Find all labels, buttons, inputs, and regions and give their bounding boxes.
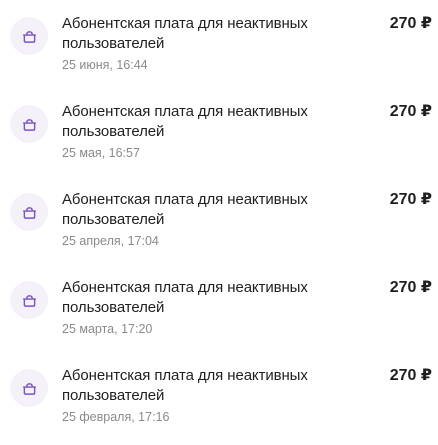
transaction-date: 25 мая, 16:57: [62, 146, 140, 160]
wallet-icon: [10, 17, 48, 55]
transaction-date: 25 февраля, 17:16: [62, 410, 170, 424]
transaction-list: Абонентская плата для неактивных пользов…: [0, 0, 438, 445]
transaction-amount: 270 ₽: [389, 279, 432, 296]
transaction-title: Абонентская плата для неактивных пользов…: [62, 367, 308, 404]
transaction-title: Абонентская плата для неактивных пользов…: [62, 15, 308, 52]
wallet-icon: [10, 193, 48, 231]
transaction-title: Абонентская плата для неактивных пользов…: [62, 103, 308, 140]
transaction-row[interactable]: Абонентская плата для неактивных пользов…: [0, 176, 438, 256]
transaction-title: Абонентская плата для неактивных пользов…: [62, 191, 308, 228]
transaction-amount: 270 ₽: [389, 191, 432, 208]
transaction-amount: 270 ₽: [389, 367, 432, 384]
transaction-date: 25 марта, 17:20: [62, 322, 153, 336]
wallet-icon: [10, 369, 48, 407]
transaction-title: Абонентская плата для неактивных пользов…: [62, 279, 308, 316]
transaction-row[interactable]: Абонентская плата для неактивных пользов…: [0, 88, 438, 168]
wallet-icon: [10, 105, 48, 143]
transaction-amount: 270 ₽: [389, 15, 432, 32]
transaction-row[interactable]: Абонентская плата для неактивных пользов…: [0, 0, 438, 80]
wallet-icon: [10, 281, 48, 319]
transaction-row[interactable]: Абонентская плата для неактивных пользов…: [0, 264, 438, 344]
transaction-date: 25 апреля, 17:04: [62, 234, 159, 248]
transaction-date: 25 июня, 16:44: [62, 58, 148, 72]
transaction-row[interactable]: Абонентская плата для неактивных пользов…: [0, 352, 438, 432]
transaction-amount: 270 ₽: [389, 103, 432, 120]
